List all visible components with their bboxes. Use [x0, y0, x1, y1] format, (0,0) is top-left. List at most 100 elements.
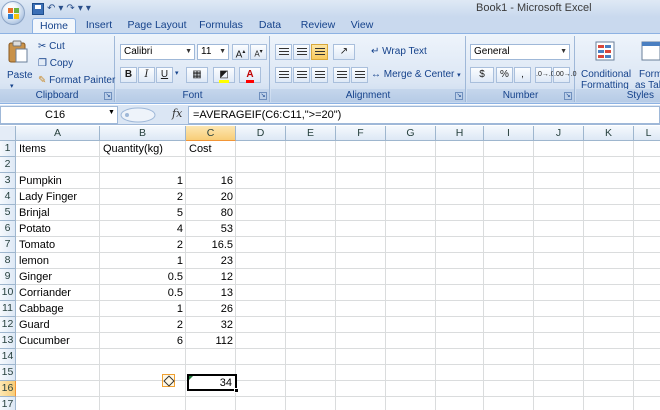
- row-header-3[interactable]: 3: [0, 173, 16, 189]
- item-cell[interactable]: Pumpkin: [17, 174, 99, 189]
- tab-review[interactable]: Review: [296, 18, 340, 34]
- align-left-button[interactable]: [275, 67, 292, 83]
- quantity-cell[interactable]: 6: [101, 334, 185, 349]
- cost-cell[interactable]: 26: [187, 302, 235, 317]
- quantity-cell[interactable]: 1: [101, 254, 185, 269]
- column-header-i[interactable]: I: [484, 126, 534, 141]
- column-header-f[interactable]: F: [336, 126, 386, 141]
- active-cell-c16[interactable]: 34: [187, 374, 239, 393]
- name-box[interactable]: C16: [0, 106, 118, 124]
- cost-cell[interactable]: 12: [187, 270, 235, 285]
- format-as-table-button[interactable]: Form: [639, 69, 660, 80]
- conditional-formatting-icon[interactable]: [594, 40, 618, 64]
- align-top-button[interactable]: [275, 44, 292, 60]
- number-format-combo[interactable]: General ▼: [470, 44, 570, 60]
- item-cell[interactable]: Lady Finger: [17, 190, 99, 205]
- grow-font-button[interactable]: A▴: [232, 44, 249, 60]
- column-header-b[interactable]: B: [100, 126, 186, 141]
- merge-center-button[interactable]: ↔ Merge & Center ▾: [371, 69, 461, 80]
- font-size-combo[interactable]: 11 ▼: [197, 44, 229, 60]
- quantity-cell[interactable]: 2: [101, 190, 185, 205]
- header-cell-items[interactable]: Items: [17, 142, 99, 157]
- alignment-launcher-icon[interactable]: ↘: [455, 92, 463, 100]
- italic-button[interactable]: I: [138, 67, 155, 83]
- column-header-e[interactable]: E: [286, 126, 336, 141]
- currency-button[interactable]: $: [470, 67, 494, 83]
- row-header-14[interactable]: 14: [0, 349, 16, 365]
- redo-icon[interactable]: ↷: [66, 3, 74, 14]
- row-header-7[interactable]: 7: [0, 237, 16, 253]
- paste-icon[interactable]: [7, 40, 29, 64]
- column-header-k[interactable]: K: [584, 126, 634, 141]
- number-launcher-icon[interactable]: ↘: [564, 92, 572, 100]
- cut-button[interactable]: ✂ Cut: [38, 41, 65, 52]
- tab-view[interactable]: View: [346, 18, 378, 34]
- align-right-button[interactable]: [311, 67, 328, 83]
- align-center-button[interactable]: [293, 67, 310, 83]
- item-cell[interactable]: Brinjal: [17, 206, 99, 221]
- cost-cell[interactable]: 16.5: [187, 238, 235, 253]
- tab-formulas[interactable]: Formulas: [196, 18, 246, 34]
- row-header-12[interactable]: 12: [0, 317, 16, 333]
- cost-cell[interactable]: 16: [187, 174, 235, 189]
- row-header-5[interactable]: 5: [0, 205, 16, 221]
- column-header-h[interactable]: H: [436, 126, 484, 141]
- cost-cell[interactable]: 80: [187, 206, 235, 221]
- item-cell[interactable]: Tomato: [17, 238, 99, 253]
- item-cell[interactable]: Cucumber: [17, 334, 99, 349]
- quantity-cell[interactable]: 1: [101, 174, 185, 189]
- align-bottom-button[interactable]: [311, 44, 328, 60]
- tab-home[interactable]: Home: [32, 18, 76, 34]
- customize-qat-icon[interactable]: ▾: [86, 3, 91, 14]
- quantity-cell[interactable]: 1: [101, 302, 185, 317]
- cost-cell[interactable]: 53: [187, 222, 235, 237]
- bold-button[interactable]: B: [120, 67, 137, 83]
- row-header-6[interactable]: 6: [0, 221, 16, 237]
- item-cell[interactable]: Potato: [17, 222, 99, 237]
- quantity-cell[interactable]: 0.5: [101, 270, 185, 285]
- quantity-cell[interactable]: 0.5: [101, 286, 185, 301]
- item-cell[interactable]: Guard: [17, 318, 99, 333]
- increase-decimal-button[interactable]: .0→.00: [535, 67, 559, 83]
- underline-dropdown-icon[interactable]: ▾: [175, 69, 179, 77]
- wrap-text-button[interactable]: ↵ Wrap Text: [371, 46, 427, 57]
- orientation-button[interactable]: ↗: [333, 44, 355, 60]
- increase-indent-button[interactable]: [351, 67, 368, 83]
- row-header-8[interactable]: 8: [0, 253, 16, 269]
- row-header-10[interactable]: 10: [0, 285, 16, 301]
- cost-cell[interactable]: 32: [187, 318, 235, 333]
- row-header-1[interactable]: 1: [0, 141, 16, 157]
- underline-button[interactable]: U: [156, 67, 173, 83]
- redo-dropdown-icon[interactable]: ▾: [78, 3, 83, 14]
- row-header-11[interactable]: 11: [0, 301, 16, 317]
- conditional-formatting-button[interactable]: Conditional: [581, 69, 631, 80]
- insert-function-icon[interactable]: fx: [172, 107, 182, 120]
- fill-color-button[interactable]: ◩: [213, 67, 235, 83]
- cost-cell[interactable]: 13: [187, 286, 235, 301]
- percent-button[interactable]: %: [496, 67, 513, 83]
- column-header-j[interactable]: J: [534, 126, 584, 141]
- quantity-cell[interactable]: 5: [101, 206, 185, 221]
- error-options-button[interactable]: [162, 374, 175, 387]
- format-painter-button[interactable]: ✎ Format Painter: [38, 75, 115, 86]
- decrease-indent-button[interactable]: [333, 67, 350, 83]
- shrink-font-button[interactable]: A▾: [250, 44, 267, 60]
- row-header-13[interactable]: 13: [0, 333, 16, 349]
- cost-cell[interactable]: 112: [187, 334, 235, 349]
- tab-page-layout[interactable]: Page Layout: [124, 18, 190, 34]
- item-cell[interactable]: lemon: [17, 254, 99, 269]
- row-header-15[interactable]: 15: [0, 365, 16, 381]
- quantity-cell[interactable]: 2: [101, 238, 185, 253]
- tab-data[interactable]: Data: [254, 18, 286, 34]
- align-middle-button[interactable]: [293, 44, 310, 60]
- formula-input[interactable]: =AVERAGEIF(C6:C11,">=20"): [188, 106, 660, 124]
- column-header-g[interactable]: G: [386, 126, 436, 141]
- item-cell[interactable]: Ginger: [17, 270, 99, 285]
- item-cell[interactable]: Corriander: [17, 286, 99, 301]
- font-name-combo[interactable]: Calibri ▼: [120, 44, 195, 60]
- cost-cell[interactable]: 20: [187, 190, 235, 205]
- office-button[interactable]: [1, 1, 25, 25]
- name-box-dropdown-icon[interactable]: ▼: [108, 109, 115, 116]
- column-header-a[interactable]: A: [16, 126, 100, 141]
- undo-dropdown-icon[interactable]: ▾: [58, 3, 63, 14]
